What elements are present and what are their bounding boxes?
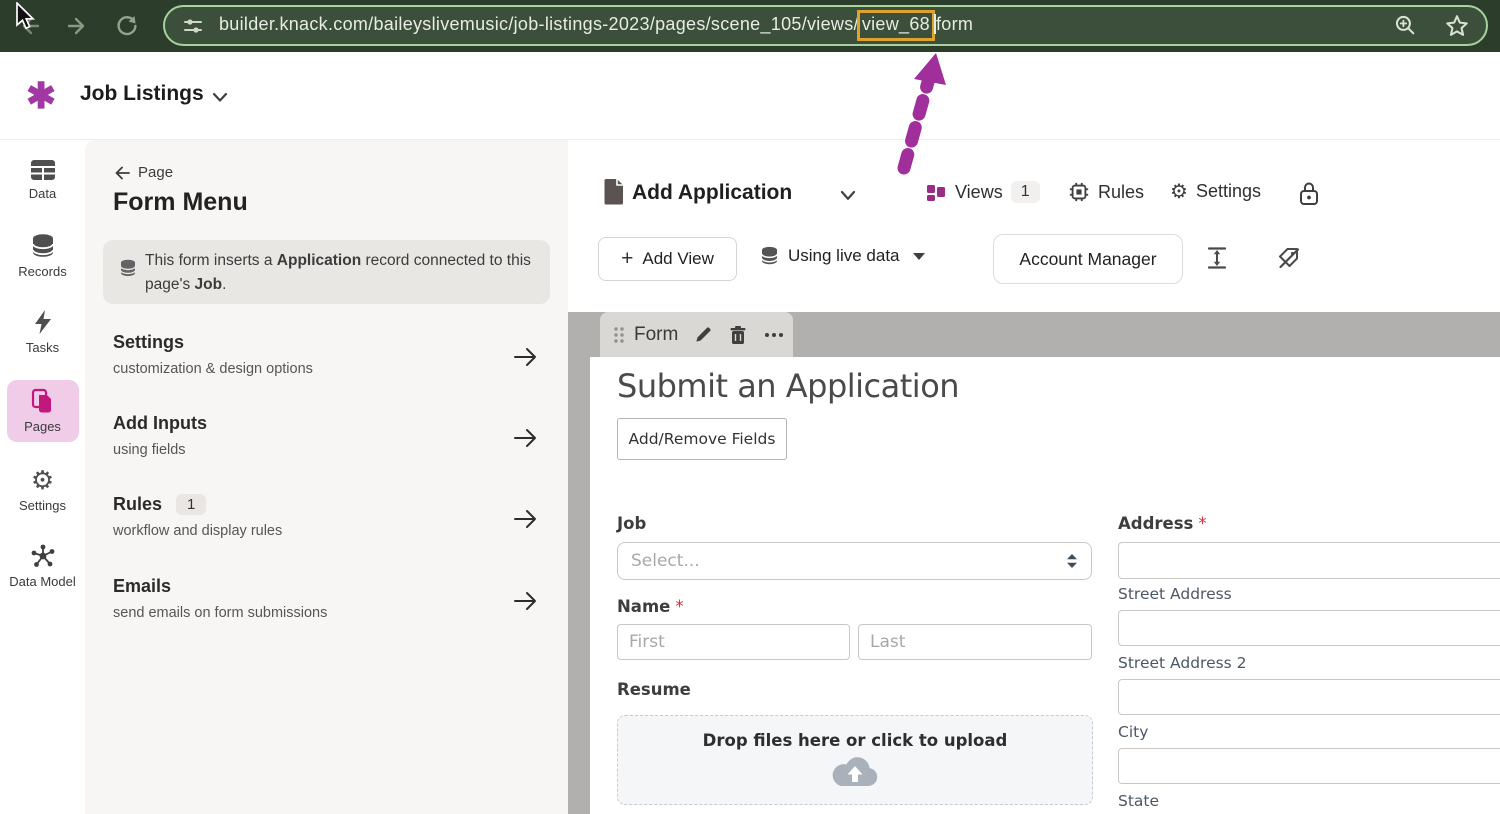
address-input[interactable] [1118,542,1500,579]
knack-builder-screen: builder.knack.com/baileyslivemusic/job-l… [0,0,1500,814]
builder-main-area: Add Application Views 1 Rules ⚙ Settings… [568,140,1500,814]
resume-field-label: Resume [617,680,691,699]
nav-item-data[interactable]: Data [7,152,79,208]
network-icon [30,543,56,569]
required-asterisk: * [675,597,683,616]
city-label: City [1118,723,1148,741]
pages-icon [30,388,56,414]
more-options-icon[interactable] [763,331,785,339]
views-blocks-icon [926,183,947,202]
last-name-input[interactable] [858,624,1092,660]
zoom-in-icon[interactable] [1393,13,1418,38]
app-header: ✱ Job Listings [0,52,1500,140]
gear-icon: ⚙ [31,467,54,493]
view-title-chevron-icon[interactable] [839,189,857,202]
app-menu-chevron-icon[interactable] [211,90,229,104]
panel-title: Form Menu [113,188,248,217]
tab-views[interactable]: Views 1 [926,181,1040,203]
arrow-right-icon [513,590,539,612]
job-select[interactable]: Select... [617,542,1092,580]
tab-rules[interactable]: Rules [1068,181,1144,203]
street-address2-label: Street Address 2 [1118,654,1247,672]
primary-nav-rail: Data Records Tasks Pages ⚙ Settings Data… [0,140,85,814]
view-title: Add Application [632,181,792,205]
data-mode-dropdown[interactable]: Using live data [760,246,925,266]
cloud-upload-icon [830,755,880,789]
browser-reload-button[interactable] [112,11,142,41]
fit-height-icon[interactable] [1205,246,1229,270]
arrow-right-icon [513,508,539,530]
plus-icon: + [621,250,633,268]
chip-icon [1068,181,1090,203]
nav-item-tasks[interactable]: Tasks [7,304,79,360]
database-icon [119,259,137,278]
nav-item-pages[interactable]: Pages [7,380,79,442]
form-preview-sheet: Submit an Application Add/Remove Fields … [590,357,1500,814]
add-view-button[interactable]: + Add View [598,237,737,281]
menu-item-add-inputs[interactable]: Add Inputs using fields [113,413,543,479]
app-name: Job Listings [80,82,204,106]
account-manager-button[interactable]: Account Manager [993,234,1183,284]
form-view-header[interactable]: Form [600,312,793,357]
preview-canvas: Form Submit an Application Add/Remove Fi… [568,312,1500,814]
arrow-right-icon [513,346,539,368]
forward-arrow-icon [65,13,91,39]
reload-icon [114,13,140,39]
tag-off-icon[interactable] [1277,246,1301,270]
page-doc-icon [604,178,625,205]
resume-dropzone[interactable]: Drop files here or click to upload [617,715,1093,805]
browser-forward-button[interactable] [63,11,93,41]
add-remove-fields-button[interactable]: Add/Remove Fields [617,418,787,460]
first-name-input[interactable] [617,624,850,660]
browser-toolbar: builder.knack.com/baileyslivemusic/job-l… [0,0,1500,52]
state-label: State [1118,792,1159,810]
job-field-label: Job [617,514,646,533]
nav-item-settings[interactable]: ⚙ Settings [7,462,79,518]
nav-item-records[interactable]: Records [7,228,79,284]
table-icon [30,159,56,181]
city-input[interactable] [1118,748,1500,784]
delete-trash-icon[interactable] [729,325,747,345]
caret-down-icon [913,253,925,260]
select-arrows-icon [1066,553,1078,569]
views-count-badge: 1 [1011,181,1040,203]
name-field-label: Name* [617,597,684,616]
menu-item-emails[interactable]: Emails send emails on form submissions [113,576,543,642]
lightning-icon [31,309,55,335]
required-asterisk: * [1198,514,1206,533]
form-menu-panel: Page Form Menu This form inserts a Appli… [85,140,568,814]
nav-item-data-model[interactable]: Data Model [7,538,79,594]
mouse-cursor [14,2,42,32]
street-address-label: Street Address [1118,585,1232,603]
site-settings-icon[interactable] [181,14,205,38]
gear-icon: ⚙ [1170,182,1188,202]
address-field-label: Address* [1118,514,1207,533]
url-text[interactable]: builder.knack.com/baileyslivemusic/job-l… [219,10,973,41]
lock-icon[interactable] [1298,180,1320,207]
database-icon [30,233,56,259]
address-bar[interactable]: builder.knack.com/baileyslivemusic/job-l… [163,5,1488,46]
arrow-right-icon [513,427,539,449]
menu-item-rules[interactable]: Rules1 workflow and display rules [113,494,543,560]
form-view-label: Form [634,324,678,346]
tab-settings[interactable]: ⚙ Settings [1170,181,1261,202]
bookmark-star-icon[interactable] [1444,13,1470,39]
knack-logo-icon[interactable]: ✱ [26,74,56,118]
database-icon [760,246,779,266]
drag-handle-icon[interactable] [612,325,626,345]
back-arrow-icon [113,165,131,181]
street-address2-input[interactable] [1118,679,1500,715]
form-info-text: This form inserts a Application record c… [145,249,540,297]
menu-item-settings[interactable]: Settings customization & design options [113,332,543,398]
edit-pencil-icon[interactable] [694,325,713,344]
url-highlight-box: view_68 [857,10,935,41]
street-address-input[interactable] [1118,610,1500,646]
back-to-page-link[interactable]: Page [113,164,173,181]
rules-count-badge: 1 [176,494,206,515]
form-preview-title: Submit an Application [617,367,959,405]
form-info-box: This form inserts a Application record c… [103,240,550,304]
